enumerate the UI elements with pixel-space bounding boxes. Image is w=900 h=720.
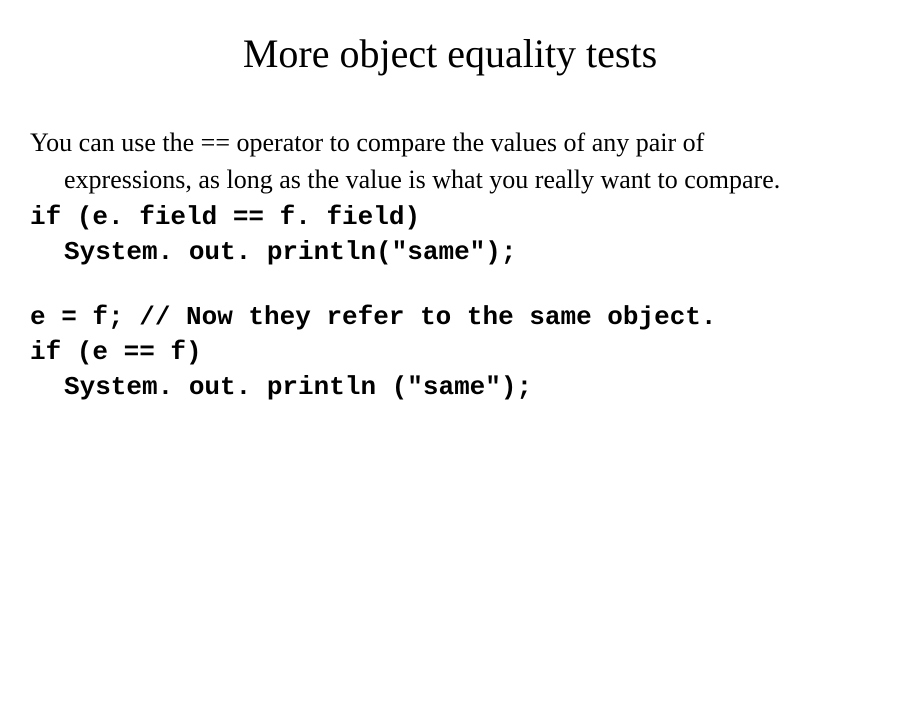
code-block-2-line-3: System. out. println ("same");: [30, 370, 870, 405]
slide-title: More object equality tests: [30, 30, 870, 77]
code-block-2-line-1: e = f; // Now they refer to the same obj…: [30, 300, 870, 335]
slide: More object equality tests You can use t…: [0, 0, 900, 465]
intro-block: You can use the == operator to compare t…: [30, 127, 870, 270]
code-block-2: e = f; // Now they refer to the same obj…: [30, 300, 870, 405]
intro-line-1: You can use the == operator to compare t…: [30, 127, 870, 160]
code-block-1-line-1: if (e. field == f. field): [30, 200, 870, 235]
code-block-2-line-2: if (e == f): [30, 335, 870, 370]
intro-line-2: expressions, as long as the value is wha…: [30, 164, 870, 197]
code-block-1-line-2: System. out. println("same");: [30, 235, 870, 270]
